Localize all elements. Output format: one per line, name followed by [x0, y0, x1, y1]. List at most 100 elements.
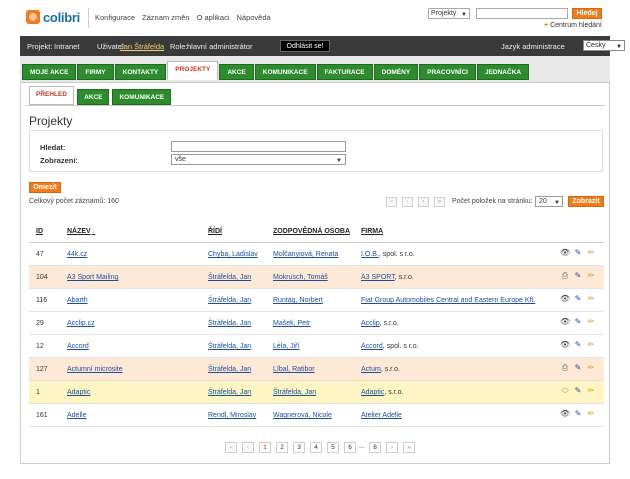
cell-company-link[interactable]: Adaptic [361, 389, 384, 396]
search-center-link[interactable]: + Centrum hledání [544, 22, 602, 29]
cell-name-link[interactable]: Adaptic [67, 389, 90, 396]
cell-responsible-link[interactable]: Léla, Jiří [273, 343, 299, 350]
cell-responsible-link[interactable]: Wagnerová, Nicole [273, 412, 332, 419]
column-header-id[interactable]: ID [36, 228, 43, 235]
pencil-icon[interactable]: ✏ [586, 248, 596, 258]
view-icon[interactable]: 👁 [560, 317, 570, 327]
column-header-name[interactable]: NÁZEV↓ [67, 228, 95, 235]
edit-icon[interactable]: ✎ [573, 363, 583, 373]
pager-first-button[interactable]: « [225, 442, 237, 453]
tab-komunikace[interactable]: KOMUNIKACE [254, 64, 316, 80]
pencil-icon[interactable]: ✏ [586, 340, 596, 350]
tab-akce[interactable]: AKCE [219, 64, 254, 80]
per-page-select[interactable]: 20 ▼ [535, 196, 563, 207]
cell-leads-link[interactable]: Rendl, Miroslav [208, 412, 256, 419]
edit-icon[interactable]: ✎ [573, 248, 583, 258]
cell-name-link[interactable]: Adelle [67, 412, 86, 419]
pencil-icon[interactable]: ✏ [586, 271, 596, 281]
print-icon[interactable]: ⎙ [560, 271, 570, 281]
tab-pracovnici[interactable]: PRACOVNÍCI [419, 64, 476, 80]
user-link[interactable]: Jan Štráfelda [120, 42, 164, 51]
cell-company-link[interactable]: Actum [361, 366, 381, 373]
cell-responsible-link[interactable]: Štráfelda, Jan [273, 389, 316, 396]
pager-page-6[interactable]: 6 [344, 442, 356, 453]
tab-moje-akce[interactable]: MOJE AKCE [22, 64, 77, 80]
print-icon[interactable]: ⎙ [560, 363, 570, 373]
pencil-icon[interactable]: ✏ [586, 386, 596, 396]
pager-next-button[interactable]: › [386, 442, 398, 453]
pager-page-1[interactable]: 1 [259, 442, 271, 453]
edit-icon[interactable]: ✎ [573, 409, 583, 419]
edit-icon[interactable]: ✎ [573, 340, 583, 350]
cell-responsible-link[interactable]: Molčanyiová, Renata [273, 251, 338, 258]
search-input[interactable] [476, 8, 568, 19]
tab-domeny[interactable]: DOMÉNY [373, 64, 419, 80]
cell-name-link[interactable]: Accord [67, 343, 89, 350]
view-icon[interactable]: 👁 [560, 248, 570, 258]
cell-leads-link[interactable]: Štráfelda, Jan [208, 366, 251, 373]
cell-name-link[interactable]: Acclip.cz [67, 320, 95, 327]
tab-firmy[interactable]: FIRMY [77, 64, 114, 80]
pager-page-2[interactable]: 2 [276, 442, 288, 453]
subtab-komunikace[interactable]: KOMUNIKACE [112, 89, 172, 105]
nav-o-aplikaci[interactable]: O aplikaci [197, 13, 230, 22]
pager-page-5[interactable]: 5 [327, 442, 339, 453]
pager-last-button[interactable]: » [434, 197, 445, 207]
cell-company-link[interactable]: Fiat Group Automobiles Central and Easte… [361, 297, 535, 304]
subtab-akce[interactable]: AKCE [77, 89, 110, 105]
cell-leads-link[interactable]: Chyba, Ladislav [208, 251, 258, 258]
cell-leads-link[interactable]: Štráfelda, Jan [208, 297, 251, 304]
logout-button[interactable]: Odhlásit se! [280, 40, 330, 52]
status-icon[interactable]: ⬭ [560, 386, 570, 396]
filter-search-input[interactable] [171, 141, 346, 152]
view-icon[interactable]: 👁 [560, 294, 570, 304]
cell-responsible-link[interactable]: Mokrusch, Tomáš [273, 274, 328, 281]
cell-company-link[interactable]: Acclip [361, 320, 380, 327]
edit-icon[interactable]: ✎ [573, 271, 583, 281]
cell-leads-link[interactable]: Štráfelda, Jan [208, 389, 251, 396]
nav-napoveda[interactable]: Nápověda [237, 13, 271, 22]
show-button[interactable]: Zobrazit [568, 196, 604, 207]
pager-page-last[interactable]: 8 [369, 442, 381, 453]
search-scope-select[interactable]: Projekty ▼ [428, 8, 470, 19]
cell-leads-link[interactable]: Štráfelda, Jan [208, 274, 251, 281]
edit-icon[interactable]: ✎ [573, 386, 583, 396]
pager-page-3[interactable]: 3 [293, 442, 305, 453]
pencil-icon[interactable]: ✏ [586, 409, 596, 419]
tab-kontakty[interactable]: KONTAKTY [114, 64, 167, 80]
cell-responsible-link[interactable]: Runtag, Norbert [273, 297, 323, 304]
column-header-leads[interactable]: ŘÍDÍ [208, 228, 222, 235]
pager-last-button[interactable]: » [403, 442, 415, 453]
pager-prev-button[interactable]: ‹ [242, 442, 254, 453]
cell-leads-link[interactable]: Štráfelda, Jan [208, 343, 251, 350]
edit-icon[interactable]: ✎ [573, 294, 583, 304]
pencil-icon[interactable]: ✏ [586, 294, 596, 304]
logo[interactable]: colibri [26, 8, 82, 26]
pager-first-button[interactable]: « [386, 197, 397, 207]
cell-company-link[interactable]: Accord [361, 343, 383, 350]
pager-prev-button[interactable]: ‹ [402, 197, 413, 207]
nav-konfigurace[interactable]: Konfigurace [95, 13, 135, 22]
cell-responsible-link[interactable]: Líbal, Ratibor [273, 366, 315, 373]
edit-icon[interactable]: ✎ [573, 317, 583, 327]
column-header-company[interactable]: FIRMA [361, 228, 383, 235]
tab-fakturace[interactable]: FAKTURACE [316, 64, 373, 80]
pencil-icon[interactable]: ✏ [586, 317, 596, 327]
cell-company-link[interactable]: I.O.B. [361, 251, 379, 258]
cell-name-link[interactable]: Actumní microsite [67, 366, 123, 373]
tab-projekty[interactable]: PROJEKTY [167, 61, 219, 80]
view-icon[interactable]: 👁 [560, 340, 570, 350]
filter-view-select[interactable]: vše ▼ [171, 154, 346, 165]
search-button[interactable]: Hledej [572, 8, 602, 19]
pencil-icon[interactable]: ✏ [586, 363, 596, 373]
cell-company-link[interactable]: A3 SPORT [361, 274, 395, 281]
nav-zaznam-zmen[interactable]: Záznam změn [142, 13, 190, 22]
limit-button[interactable]: Omezit [29, 182, 61, 193]
cell-name-link[interactable]: 44k.cz [67, 251, 87, 258]
pager-page-4[interactable]: 4 [310, 442, 322, 453]
cell-company-link[interactable]: Atelier Adelle [361, 412, 402, 419]
cell-name-link[interactable]: A3 Sport Mailing [67, 274, 118, 281]
cell-name-link[interactable]: Abarth [67, 297, 88, 304]
cell-responsible-link[interactable]: Mašek, Petr [273, 320, 310, 327]
subtab-prehled[interactable]: PŘEHLED [29, 86, 75, 105]
